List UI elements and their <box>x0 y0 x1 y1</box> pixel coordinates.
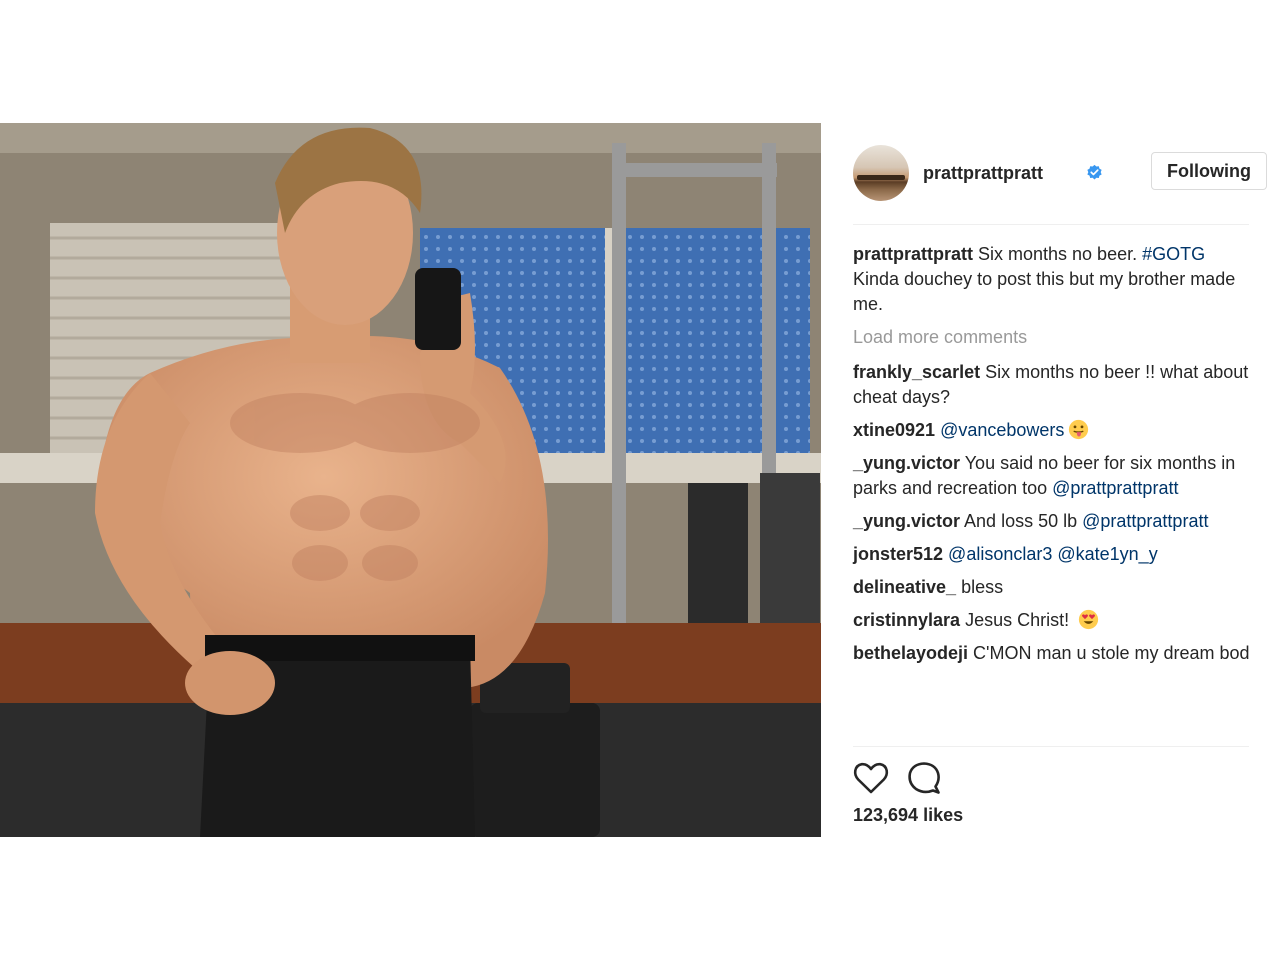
post-actions <box>853 761 973 795</box>
comment-username-link[interactable]: bethelayodeji <box>853 643 968 663</box>
comment-username-link[interactable]: delineative_ <box>853 577 956 597</box>
comment-text: bless <box>956 577 1004 597</box>
caption-username-link[interactable]: prattprattpratt <box>853 244 973 264</box>
caption-text: Kinda douchey to post this but my brothe… <box>853 269 1236 314</box>
verified-badge-icon <box>1087 164 1102 180</box>
comment-text: Jesus Christ! <box>960 610 1075 630</box>
comment-username-link[interactable]: jonster512 <box>853 544 943 564</box>
mention-link[interactable]: @prattprattpratt <box>1052 478 1178 498</box>
comment-text: And loss 50 lb <box>960 511 1083 531</box>
mention-link[interactable]: @vancebowers <box>935 420 1064 440</box>
comment-username-link[interactable]: xtine0921 <box>853 420 935 440</box>
author-username-link[interactable]: prattprattpratt <box>923 163 1043 184</box>
likes-count[interactable]: 123,694 likes <box>853 805 963 826</box>
post-photo[interactable] <box>0 123 821 837</box>
heart-outline-icon[interactable] <box>853 761 889 795</box>
comments-list: prattprattpratt Six months no beer. #GOT… <box>853 242 1253 674</box>
hashtag-link[interactable]: #GOTG <box>1142 244 1205 264</box>
following-button[interactable]: Following <box>1151 152 1267 190</box>
post-photo-illustration <box>0 123 821 837</box>
comment-username-link[interactable]: frankly_scarlet <box>853 362 980 382</box>
comment-username-link[interactable]: cristinnylara <box>853 610 960 630</box>
heart-eyes-face-icon <box>1078 609 1099 630</box>
actions-divider <box>853 746 1249 747</box>
caption-text: Six months no beer. <box>973 244 1143 264</box>
comment-item: _yung.victor And loss 50 lb @prattprattp… <box>853 509 1253 534</box>
comment-item: jonster512 @alisonclar3 @kate1yn_y <box>853 542 1253 567</box>
post-side-panel: prattprattpratt Following prattprattprat… <box>837 123 1267 837</box>
comment-username-link[interactable]: _yung.victor <box>853 511 960 531</box>
tongue-out-face-icon <box>1069 419 1089 440</box>
avatar-image-horizon <box>857 175 905 180</box>
comment-item: xtine0921 @vancebowers <box>853 418 1253 443</box>
comment-item: _yung.victor You said no beer for six mo… <box>853 451 1253 501</box>
comment-item: delineative_ bless <box>853 575 1253 600</box>
comment-bubble-icon[interactable] <box>907 761 941 795</box>
comment-text: C'MON man u stole my dream bod <box>968 643 1250 663</box>
mention-link[interactable]: @alisonclar3 @kate1yn_y <box>943 544 1158 564</box>
caption: prattprattpratt Six months no beer. #GOT… <box>853 242 1253 317</box>
comment-item: cristinnylara Jesus Christ! <box>853 608 1253 633</box>
comment-username-link[interactable]: _yung.victor <box>853 453 960 473</box>
post-header: prattprattpratt Following <box>853 145 1267 201</box>
load-more-comments-link[interactable]: Load more comments <box>853 325 1253 350</box>
mention-link[interactable]: @prattprattpratt <box>1082 511 1208 531</box>
avatar[interactable] <box>853 145 909 201</box>
comment-item: frankly_scarlet Six months no beer !! wh… <box>853 360 1253 410</box>
header-divider <box>853 224 1249 225</box>
comment-item: bethelayodeji C'MON man u stole my dream… <box>853 641 1253 666</box>
